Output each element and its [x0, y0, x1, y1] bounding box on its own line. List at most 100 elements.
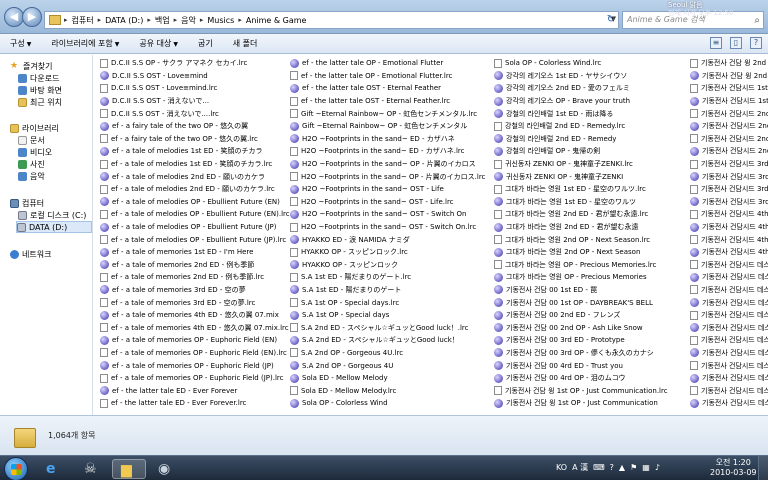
file-item[interactable]: HYAKKO OP - スッピンロック [290, 259, 485, 272]
tray-expand-icon[interactable]: ▲ [619, 463, 625, 472]
file-item[interactable]: 강각의 레기오스 OP - Brave your truth [494, 95, 668, 108]
file-item[interactable]: ef - a tale of memories OP - Euphoric Fi… [100, 347, 290, 360]
breadcrumb-item[interactable]: Anime & Game [243, 16, 310, 25]
nav-pictures[interactable]: 사진 [18, 158, 45, 170]
file-item[interactable]: 기동전사 건담시드 데스티 [690, 271, 768, 284]
file-item[interactable]: S.A 1st OP - Special days.lrc [290, 296, 485, 309]
show-desktop-button[interactable] [758, 456, 768, 480]
file-item[interactable]: 귀신동자 ZENKI OP - 鬼神童子ZENKI [494, 170, 668, 183]
file-item[interactable]: 기동전사 건담시드 2nd OP [690, 145, 768, 158]
file-item[interactable]: Gift ~Eternal Rainbow~ OP - 虹色センチメンタル.lr… [290, 107, 485, 120]
file-item[interactable]: 기동전사 건담시드 3rd OP [690, 183, 768, 196]
view-options-icon[interactable]: ≡ [710, 37, 722, 49]
file-item[interactable]: 기동전사 건담 00 2nd ED - フレンズ [494, 309, 668, 322]
nav-network[interactable]: 네트워크 [10, 248, 51, 260]
file-item[interactable]: 강각의 레기오스 2nd ED - 愛のフェルミ [494, 82, 668, 95]
nav-computer[interactable]: 컴퓨터 [10, 197, 44, 209]
file-item[interactable]: 강철의 라인배럴 OP - 鬼帰の剣 [494, 145, 668, 158]
taskbar-internet-explorer[interactable]: e [38, 459, 72, 479]
share-with-button[interactable]: 공유 대상 ▼ [129, 38, 188, 49]
nav-documents[interactable]: 문서 [18, 134, 45, 146]
forward-button[interactable]: ▶ [22, 7, 42, 27]
file-item[interactable]: D.C.II S.S OST - 消えないで....lrc [100, 107, 290, 120]
ime-indicator[interactable]: A 漢 [572, 462, 588, 473]
file-item[interactable]: 기동전사 건담 00 3rd ED - Prototype [494, 334, 668, 347]
file-item[interactable]: D.C.II S.S OST - 消えないで... [100, 95, 290, 108]
file-item[interactable]: ef - a tale of melodies OP - Ebullient F… [100, 196, 290, 209]
file-item[interactable]: ef - a tale of melodies OP - Ebullient F… [100, 233, 290, 246]
file-item[interactable]: H2O ~Footprints in the sand~ ED - カザハネ.l… [290, 145, 485, 158]
file-item[interactable]: 기동전사 건담시드 데스티 [690, 321, 768, 334]
file-item[interactable]: H2O ~Footprints in the sand~ ED - カザハネ [290, 133, 485, 146]
file-item[interactable]: 기동전사 건담시드 데스티 [690, 359, 768, 372]
file-item[interactable]: 기동전사 건담 00 1st OP - DAYBREAK'S BELL [494, 296, 668, 309]
volume-icon[interactable]: ♪ [655, 463, 660, 472]
breadcrumb[interactable]: ▸ 컴퓨터 ▸ DATA (D:) ▸ 백업 ▸ 음악 ▸ Musics ▸ A… [44, 11, 619, 29]
file-item[interactable]: 강각의 레기오스 1st ED - ヤサシイウソ [494, 70, 668, 83]
file-item[interactable]: 기동전사 건담시드 1st OP [690, 82, 768, 95]
file-item[interactable]: ef - a tale of memories 3rd ED - 空の夢 [100, 284, 290, 297]
file-item[interactable]: 기동전사 건담시드 3rd OP [690, 196, 768, 209]
file-item[interactable]: 기동전사 건담 00 3rd OP - 儚くも永久のカナシ [494, 347, 668, 360]
file-item[interactable]: ef - a fairy tale of the two OP - 悠久の翼 [100, 120, 290, 133]
nav-favorites[interactable]: ★ 즐겨찾기 [10, 60, 52, 72]
help-icon[interactable]: ? [610, 463, 614, 472]
file-item[interactable]: S.A 1st ED - 陽だまりのゲート.lrc [290, 271, 485, 284]
file-item[interactable]: 기동전사 건담시드 데스티 [690, 296, 768, 309]
file-item[interactable]: S.A 2nd ED - スペシャル☆ギュッとGood luck！.lrc [290, 321, 485, 334]
file-item[interactable]: 기동전사 건담시드 3rd ED [690, 170, 768, 183]
keyboard-icon[interactable]: ⌨ [593, 463, 605, 472]
nav-video[interactable]: 비디오 [18, 146, 52, 158]
file-item[interactable]: ef - the latter tale OP - Emotional Flut… [290, 70, 485, 83]
start-button[interactable] [4, 457, 28, 480]
file-item[interactable]: S.A 2nd ED - スペシャル☆ギュッとGood luck！ [290, 334, 485, 347]
file-item[interactable]: ef - a tale of memories 4th ED - 悠久の翼 07… [100, 321, 290, 334]
burn-button[interactable]: 굽기 [188, 38, 223, 49]
file-item[interactable]: 그대가 바라는 영원 2nd OP - Next Season.lrc [494, 233, 668, 246]
file-item[interactable]: 기동전사 건담시드 데스티 [690, 384, 768, 397]
file-item[interactable]: 기동전사 건담시드 2nd ED [690, 120, 768, 133]
file-item[interactable]: 기동전사 건담시드 2nd ED [690, 107, 768, 120]
file-item[interactable]: ef - a tale of melodies 2nd ED - 願いのカケラ.… [100, 183, 290, 196]
back-button[interactable]: ◀ [4, 7, 24, 27]
file-item[interactable]: 기동전사 건담시드 3rd ED [690, 158, 768, 171]
taskbar-app-skull[interactable]: ☠ [76, 459, 110, 479]
file-item[interactable]: H2O ~Footprints in the sand~ OST - Switc… [290, 208, 485, 221]
file-item[interactable]: 기동전사 건담 윙 2nd OP [690, 70, 768, 83]
breadcrumb-item[interactable]: Musics [204, 16, 237, 25]
file-item[interactable]: ef - a tale of memories 2nd ED - 例も季節 [100, 259, 290, 272]
file-item[interactable]: ef - a tale of melodies 1st ED - 笑顔のチカラ.… [100, 158, 290, 171]
file-item[interactable]: 기동전사 건담 윙 1st OP - Just Communication.lr… [494, 384, 668, 397]
file-item[interactable]: 그대가 바라는 영원 OP - Precious Memories.lrc [494, 259, 668, 272]
file-item[interactable]: 기동전사 건담 00 4rd OP - 泪のムコウ [494, 372, 668, 385]
file-item[interactable]: ef - the latter tale OST - Eternal Feath… [290, 82, 485, 95]
nav-recent[interactable]: 최근 위치 [18, 96, 62, 108]
nav-music[interactable]: 음악 [18, 170, 45, 182]
nav-downloads[interactable]: 다운로드 [18, 72, 59, 84]
file-item[interactable]: ef - the latter tale OP - Emotional Flut… [290, 57, 485, 70]
file-item[interactable]: 그대가 바라는 영원 2nd OP - Next Season [494, 246, 668, 259]
file-item[interactable]: 기동전사 건담시드 4th ED [690, 208, 768, 221]
file-item[interactable]: 그대가 바라는 영원 OP - Precious Memories [494, 271, 668, 284]
include-in-library-button[interactable]: 라이브러리에 포함 ▼ [41, 38, 129, 49]
file-item[interactable]: Gift ~Eternal Rainbow~ OP - 虹色センチメンタル [290, 120, 485, 133]
file-item[interactable]: D.C.II S.S OST - Love≡mind [100, 70, 290, 83]
clock[interactable]: 오전 1:20 2010-03-09 [710, 458, 757, 478]
breadcrumb-item[interactable]: 컴퓨터 [69, 15, 97, 26]
file-item[interactable]: H2O ~Footprints in the sand~ OST - Life [290, 183, 485, 196]
file-item[interactable]: 기동전사 건담 윙 1st OP - Just Communication [494, 397, 668, 410]
file-item[interactable]: ef - a tale of melodies OP - Ebullient F… [100, 208, 290, 221]
file-item[interactable]: 그대가 바라는 영원 2nd ED - 君が望む永遠.lrc [494, 208, 668, 221]
search-icon[interactable]: ⌕ [754, 13, 760, 29]
file-item[interactable]: 기동전사 건담 윙 2nd OP [690, 57, 768, 70]
file-item[interactable]: 기동전사 건담시드 4th OP [690, 246, 768, 259]
file-item[interactable]: ef - a tale of melodies OP - Ebullient F… [100, 221, 290, 234]
preview-pane-icon[interactable]: ▯ [730, 37, 742, 49]
file-item[interactable]: ef - a tale of memories 3rd ED - 空の夢.lrc [100, 296, 290, 309]
file-item[interactable]: 기동전사 건담시드 4th OP [690, 233, 768, 246]
file-item[interactable]: Sola ED - Mellow Melody [290, 372, 485, 385]
new-folder-button[interactable]: 새 폴더 [223, 38, 268, 49]
file-item[interactable]: H2O ~Footprints in the sand~ OST - Switc… [290, 221, 485, 234]
file-item[interactable]: H2O ~Footprints in the sand~ OST - Life.… [290, 196, 485, 209]
help-icon[interactable]: ? [750, 37, 762, 49]
